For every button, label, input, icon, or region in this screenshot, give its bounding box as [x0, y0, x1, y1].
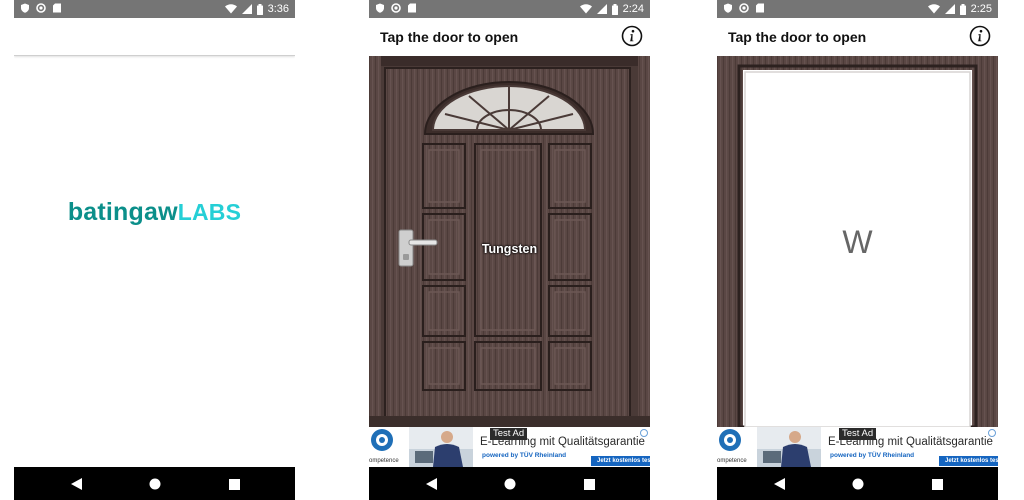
ad-cta-button[interactable]: Jetzt kostenlos testen	[591, 456, 650, 466]
signal-icon	[944, 4, 955, 14]
ad-photo	[757, 427, 821, 467]
back-button[interactable]	[770, 475, 788, 493]
home-icon	[149, 478, 161, 490]
back-icon	[70, 478, 82, 490]
ad-brand-text: ompetence	[369, 458, 399, 464]
recents-icon	[583, 478, 595, 490]
ad-banner[interactable]: ompetence E-Learning mit Qualitätsgarant…	[717, 427, 998, 467]
recents-icon	[931, 478, 943, 490]
ad-choices-icon[interactable]	[640, 429, 648, 437]
home-button[interactable]	[146, 475, 164, 493]
ad-banner[interactable]: ompetence E-Learning mit Qualitätsgarant…	[369, 427, 650, 467]
phone-door-closed: 2:24 Tap the door to open Tungsten ompet…	[369, 0, 650, 500]
test-ad-badge: Test Ad	[490, 428, 528, 440]
home-button[interactable]	[849, 475, 867, 493]
back-icon	[425, 478, 437, 490]
ad-subtitle: powered by TÜV Rheinland	[482, 452, 567, 459]
status-time: 3:36	[267, 3, 289, 15]
wifi-icon	[927, 4, 940, 14]
app-header: Tap the door to open	[369, 18, 650, 56]
sync-icon	[36, 3, 46, 13]
wifi-icon	[579, 4, 592, 14]
battery-icon	[959, 3, 966, 15]
battery-icon	[256, 3, 263, 15]
shield-icon	[21, 3, 29, 13]
splash-app-bar	[14, 18, 295, 56]
info-icon[interactable]	[621, 25, 643, 47]
status-time: 2:24	[622, 3, 644, 15]
status-time: 2:25	[970, 3, 992, 15]
home-icon	[852, 478, 864, 490]
ad-photo	[409, 427, 473, 467]
home-icon	[504, 478, 516, 490]
door-closed[interactable]: Tungsten	[369, 56, 650, 428]
back-button[interactable]	[422, 475, 440, 493]
shield-icon	[376, 3, 384, 13]
ad-brand-text: ompetence	[717, 458, 747, 464]
page-title: Tap the door to open	[380, 29, 519, 45]
logo-secondary-text: LABS	[177, 199, 242, 225]
ad-choices-icon[interactable]	[988, 429, 996, 437]
page-title: Tap the door to open	[728, 29, 867, 45]
shield-icon	[724, 3, 732, 13]
test-ad-badge: Test Ad	[839, 428, 877, 440]
status-bar: 2:25	[717, 0, 998, 18]
logo-primary-text: batingaw	[67, 198, 178, 226]
ad-cta-button[interactable]: Jetzt kostenlos testen	[939, 456, 998, 466]
battery-icon	[611, 3, 618, 15]
signal-icon	[596, 4, 607, 14]
sd-card-icon	[408, 3, 416, 13]
wifi-icon	[224, 4, 237, 14]
element-symbol: W	[842, 224, 873, 260]
signal-icon	[241, 4, 252, 14]
sync-icon	[391, 3, 401, 13]
recents-button[interactable]	[928, 475, 946, 493]
app-logo: batingawLABS	[14, 198, 295, 227]
ad-subtitle: powered by TÜV Rheinland	[830, 452, 915, 459]
recents-icon	[228, 478, 240, 490]
back-icon	[773, 478, 785, 490]
sd-card-icon	[756, 3, 764, 13]
status-bar: 2:24	[369, 0, 650, 18]
info-icon[interactable]	[969, 25, 991, 47]
door-label: Tungsten	[481, 242, 538, 256]
recents-button[interactable]	[225, 475, 243, 493]
navigation-bar	[369, 467, 650, 500]
phone-splash: 3:36 batingawLABS	[14, 0, 295, 500]
home-button[interactable]	[501, 475, 519, 493]
sync-icon	[739, 3, 749, 13]
phone-door-open: 2:25 Tap the door to open W ompetence E-…	[717, 0, 998, 500]
app-header: Tap the door to open	[717, 18, 998, 56]
navigation-bar	[717, 467, 998, 500]
sd-card-icon	[53, 3, 61, 13]
recents-button[interactable]	[580, 475, 598, 493]
back-button[interactable]	[67, 475, 85, 493]
status-bar: 3:36	[14, 0, 295, 18]
door-open[interactable]: W	[717, 56, 998, 429]
navigation-bar	[14, 467, 295, 500]
